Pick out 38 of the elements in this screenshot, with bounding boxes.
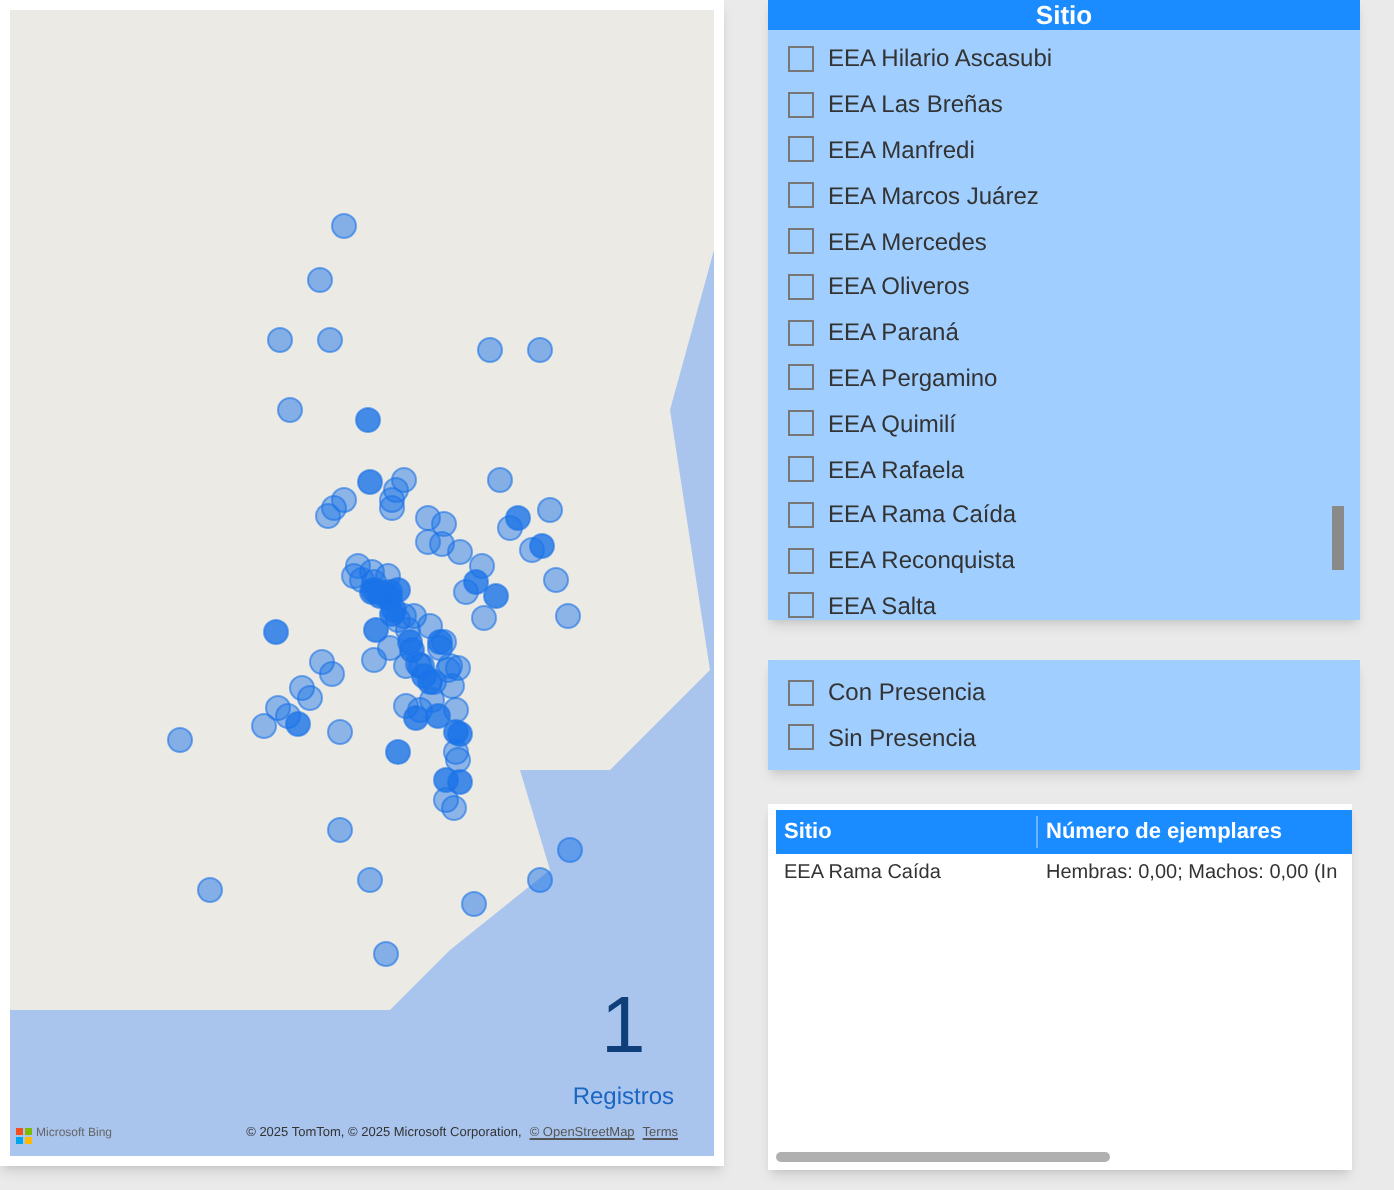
slicer-item[interactable]: Con Presencia <box>788 669 1360 715</box>
slicer-item[interactable]: EEA Hilario Ascasubi <box>788 36 1360 82</box>
slicer-item[interactable]: EEA Mercedes <box>788 218 1360 264</box>
slicer-item[interactable]: EEA Marcos Juárez <box>788 172 1360 219</box>
checkbox[interactable] <box>788 273 814 300</box>
slicer-item[interactable]: EEA Las Breñas <box>788 81 1360 128</box>
slicer-item[interactable]: EEA Oliveros <box>788 263 1360 310</box>
checkbox[interactable] <box>788 456 814 483</box>
slicer-item[interactable]: EEA Rama Caída <box>788 491 1360 538</box>
record-count: 1 <box>601 986 646 1066</box>
slicer-title: Sitio <box>1035 0 1093 30</box>
checkbox[interactable] <box>788 319 814 346</box>
checkbox[interactable] <box>788 501 814 528</box>
slicer-item[interactable]: EEA Paraná <box>788 309 1360 356</box>
slicer-item[interactable]: EEA Rafaela <box>788 446 1360 492</box>
slicer-item[interactable]: EEA Quimilí <box>788 400 1360 447</box>
table-cell-text: EEA Rama Caída <box>782 859 943 887</box>
record-label: Registros <box>572 1080 674 1114</box>
checkbox[interactable] <box>788 679 814 706</box>
horizontal-scrollbar[interactable] <box>776 1152 1110 1162</box>
checkbox[interactable] <box>788 410 814 437</box>
checkbox[interactable] <box>788 592 814 619</box>
slicer-item[interactable]: EEA Pergamino <box>788 355 1360 401</box>
table-cell-text: Hembras: 0,00; Machos: 0,00 (In <box>1044 859 1340 887</box>
checkbox[interactable] <box>788 136 814 163</box>
slicer-item[interactable]: EEA Reconquista <box>788 537 1360 584</box>
checkbox[interactable] <box>788 364 814 391</box>
checkbox[interactable] <box>788 182 814 209</box>
scrollbar-thumb[interactable] <box>1332 506 1344 570</box>
checkbox[interactable] <box>788 45 814 72</box>
logo-icon <box>16 1127 32 1143</box>
slicer-item[interactable]: Sin Presencia <box>788 715 1360 761</box>
checkbox[interactable] <box>788 724 814 751</box>
slicer-item[interactable]: EEA Salta <box>788 583 1360 629</box>
checkbox[interactable] <box>788 228 814 255</box>
checkbox[interactable] <box>788 91 814 118</box>
slicer-item[interactable]: EEA Manfredi <box>788 127 1360 173</box>
checkbox[interactable] <box>788 547 814 574</box>
